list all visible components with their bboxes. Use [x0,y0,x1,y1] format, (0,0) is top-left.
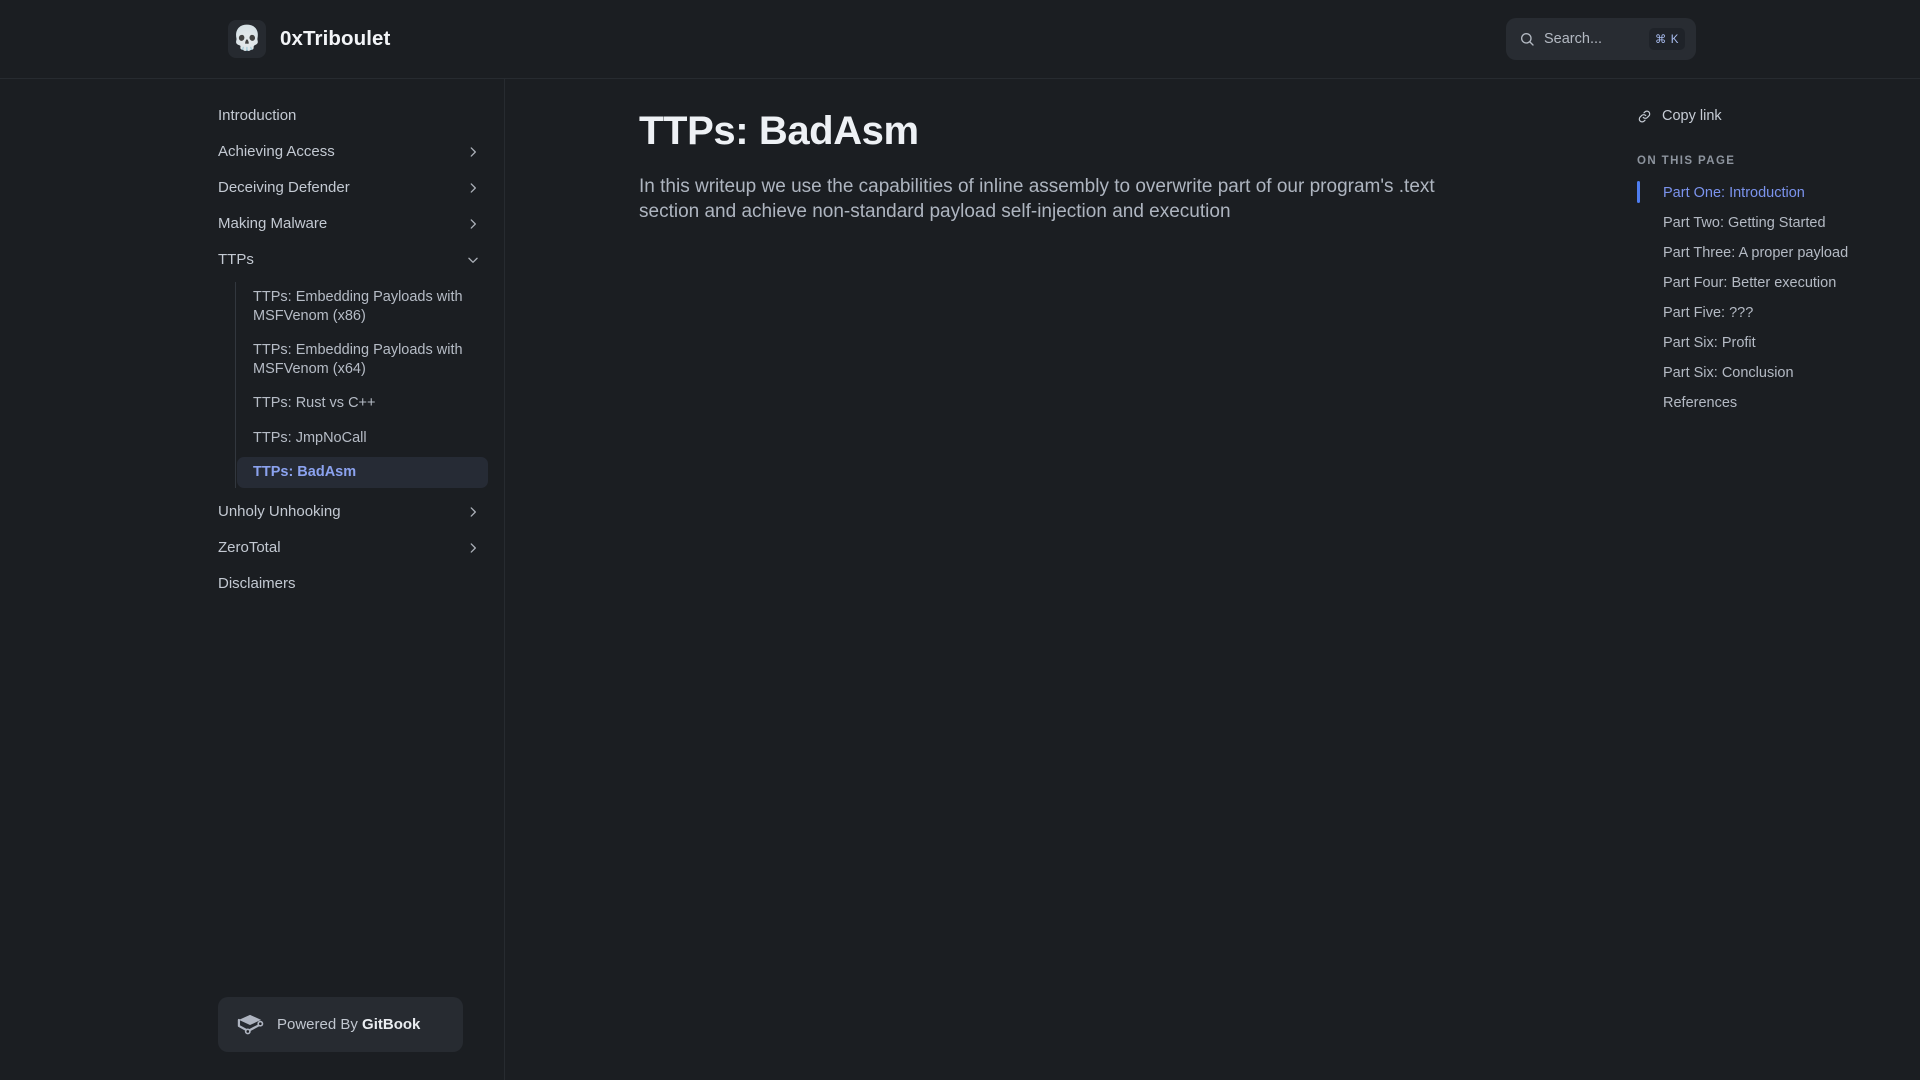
on-this-page-heading: ON THIS PAGE [1637,155,1736,167]
sidebar-item-label: Disclaimers [218,574,296,592]
toc-item-part-three[interactable]: Part Three: A proper payload [1637,238,1897,268]
gitbook-book-icon [235,1013,265,1037]
toc-item-label: Part Six: Conclusion [1663,365,1794,381]
sidebar-item-achieving-access[interactable]: Achieving Access [201,134,488,170]
sidebar-item-ttps[interactable]: TTPs [201,242,488,278]
sidebar-subitem-rust-vs-cpp[interactable]: TTPs: Rust vs C++ [237,388,488,419]
sidebar-subnav-ttps: TTPs: Embedding Payloads with MSFVenom (… [235,282,488,488]
chevron-right-icon[interactable] [466,217,480,231]
chevron-right-icon[interactable] [466,145,480,159]
sidebar-item-deceiving-defender[interactable]: Deceiving Defender [201,170,488,206]
toc-item-label: Part Two: Getting Started [1663,215,1826,231]
brand-logo-link[interactable]: 💀 0xTriboulet [228,20,390,58]
app-header: 💀 0xTriboulet Search... ⌘ K [0,0,1920,79]
sidebar-item-label: Deceiving Defender [218,178,350,196]
site-title: 0xTriboulet [280,27,391,50]
sidebar-item-label: TTPs [218,250,254,268]
toc-item-label: References [1663,395,1738,411]
sidebar-subitem-label: TTPs: Embedding Payloads with MSFVenom (… [253,342,463,377]
link-icon [1637,109,1652,124]
toc-item-label: Part Six: Profit [1663,335,1756,351]
toc-item-label: Part Five: ??? [1663,305,1754,321]
toc-item-label: Part One: Introduction [1663,185,1805,201]
toc-item-references[interactable]: References [1637,388,1897,418]
sidebar-item-label: Unholy Unhooking [218,502,341,520]
sidebar-subitem-msfvenom-x64[interactable]: TTPs: Embedding Payloads with MSFVenom (… [237,335,488,384]
chevron-down-icon[interactable] [466,253,480,267]
sidebar-item-label: Introduction [218,106,297,124]
sidebar-item-disclaimers[interactable]: Disclaimers [201,566,488,602]
page-title: TTPs: BadAsm [639,109,919,153]
sidebar-item-label: Making Malware [218,214,328,232]
left-sidebar: Introduction Achieving Access Deceiving … [0,79,505,1080]
page-description: In this writeup we use the capabilities … [639,176,1435,223]
sidebar-item-introduction[interactable]: Introduction [201,98,488,134]
sidebar-subitem-label: TTPs: Rust vs C++ [253,395,376,412]
search-input[interactable]: Search... ⌘ K [1506,18,1696,60]
skull-emoji-icon: 💀 [228,20,266,58]
sidebar-subitem-jmpnocall[interactable]: TTPs: JmpNoCall [237,423,488,454]
copy-link-button[interactable]: Copy link [1637,104,1897,128]
toc-item-part-five[interactable]: Part Five: ??? [1637,298,1897,328]
toc-item-part-four[interactable]: Part Four: Better execution [1637,268,1897,298]
sidebar-subitem-msfvenom-x86[interactable]: TTPs: Embedding Payloads with MSFVenom (… [237,282,488,331]
sidebar-subitem-badasm[interactable]: TTPs: BadAsm [237,457,488,488]
sidebar-item-label: ZeroTotal [218,538,281,556]
chevron-right-icon[interactable] [466,181,480,195]
main-content: TTPs: BadAsm In this writeup we use the … [506,79,1920,1080]
sidebar-nav: Introduction Achieving Access Deceiving … [218,98,488,602]
right-rail: Copy link ON THIS PAGE Part One: Introdu… [1637,104,1897,418]
copy-link-label: Copy link [1662,108,1722,124]
toc-item-part-one[interactable]: Part One: Introduction [1637,178,1897,208]
toc-item-label: Part Three: A proper payload [1663,245,1849,261]
toc-item-label: Part Four: Better execution [1663,275,1837,291]
sidebar-subitem-label: TTPs: JmpNoCall [253,429,367,446]
chevron-right-icon[interactable] [466,541,480,555]
toc-item-part-two[interactable]: Part Two: Getting Started [1637,208,1897,238]
search-shortcut-badge: ⌘ K [1648,28,1685,50]
toc-item-part-six-conclusion[interactable]: Part Six: Conclusion [1637,358,1897,388]
powered-by-gitbook-badge[interactable]: Powered By GitBook [218,997,463,1052]
sidebar-item-unholy-unhooking[interactable]: Unholy Unhooking [201,494,488,530]
gitbook-badge-label: Powered By GitBook [277,1016,421,1033]
sidebar-item-making-malware[interactable]: Making Malware [201,206,488,242]
toc-item-part-six-profit[interactable]: Part Six: Profit [1637,328,1897,358]
sidebar-item-zerototal[interactable]: ZeroTotal [201,530,488,566]
sidebar-item-label: Achieving Access [218,142,335,160]
sidebar-subitem-label: TTPs: BadAsm [253,464,357,481]
table-of-contents: Part One: Introduction Part Two: Getting… [1637,178,1897,418]
sidebar-subitem-label: TTPs: Embedding Payloads with MSFVenom (… [253,289,463,324]
search-placeholder: Search... [1544,31,1603,47]
search-icon [1519,31,1535,47]
chevron-right-icon[interactable] [466,505,480,519]
